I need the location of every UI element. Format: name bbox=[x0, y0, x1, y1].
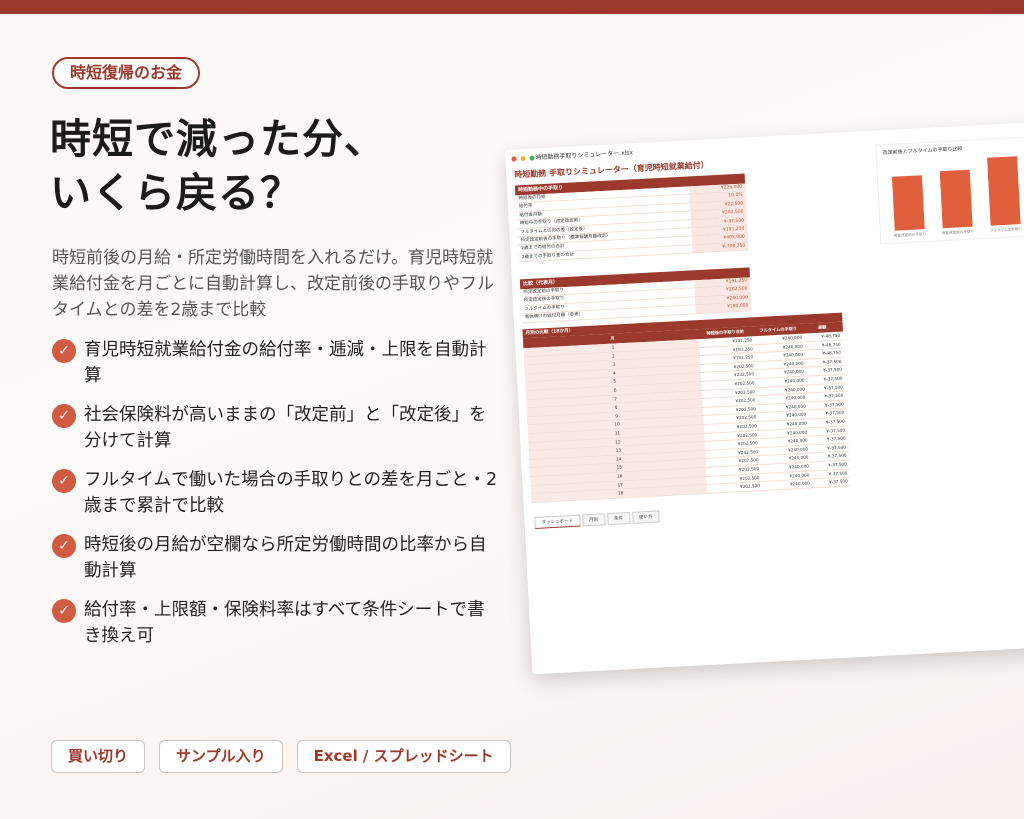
minimize-dot-icon bbox=[520, 155, 526, 162]
headline: 時短で減った分、 いくら戻る？ bbox=[50, 112, 490, 220]
close-dot-icon bbox=[511, 156, 517, 162]
category-tag: 時短復帰のお金 bbox=[52, 57, 201, 89]
feature-item: ✓ 社会保険料が高いままの「改定前」と「改定後」を分けて計算 bbox=[52, 402, 502, 467]
feature-text: 時短後の月給が空欄なら所定労働時間の比率から自動計算 bbox=[84, 535, 487, 581]
feature-list: ✓ 育児時短就業給付金の給付率・逓減・上限を自動計算 ✓ 社会保険料が高いままの「改… bbox=[52, 337, 502, 662]
table-cell: ¥202,500 bbox=[739, 483, 761, 490]
check-circle-icon: ✓ bbox=[52, 534, 76, 558]
check-circle-icon: ✓ bbox=[52, 599, 76, 623]
mini-bar-chart: 改定前後とフルタイムの手取り比較 所定改定前の手取り 所定改定後の手取り フルタイム… bbox=[875, 136, 1024, 245]
tab-monthly[interactable]: 月別 bbox=[581, 513, 606, 527]
comparison-block: 比較（代表月） 所定改定前の手取り ¥191,250 所定改定後の手取り ¥202,5… bbox=[519, 267, 752, 323]
spreadsheet-preview: 時短勤務手取りシミュレーター.xlsx 時短勤務 手取りシミュレーター（育児時短… bbox=[505, 120, 1024, 675]
feature-item: ✓ 給付率・上限額・保険料率はすべて条件シートで書き換え可 bbox=[52, 597, 502, 662]
top-accent-bar bbox=[0, 0, 1024, 14]
feature-text: フルタイムで働いた場合の手取りとの差を月ごと・2歳まで累計で比較 bbox=[84, 470, 498, 516]
row-value: ¥180,000 bbox=[695, 302, 752, 313]
chart-bar bbox=[939, 169, 973, 229]
zoom-dot-icon bbox=[529, 155, 535, 161]
mini-chart-title: 改定前後とフルタイムの手取り比較 bbox=[882, 146, 963, 157]
table-cell: ¥-37,500 bbox=[828, 478, 848, 485]
spreadsheet-window: 時短勤務手取りシミュレーター.xlsx 時短勤務 手取りシミュレーター（育児時短… bbox=[505, 120, 1024, 675]
sheet-tabs: ダッシュボード 月別 条件 使い方 bbox=[534, 510, 660, 529]
summary-block: 時短勤務中の手取り 時短後の月給 ¥225,000 給付率 10.0% 給付金月額 ¥22… bbox=[514, 173, 749, 263]
description: 時短前後の月給・所定労働時間を入れるだけ。育児時短就業給付金を月ごとに自動計算し… bbox=[52, 248, 494, 320]
headline-line-2: いくら戻る？ bbox=[50, 169, 302, 217]
row-value: ¥-709,750 bbox=[692, 242, 749, 253]
chip-row: 買い切り サンプル入り Excel / スプレッドシート bbox=[51, 740, 511, 773]
file-name: 時短勤務手取りシミュレーター.xlsx bbox=[535, 149, 634, 162]
feature-text: 社会保険料が高いままの「改定前」と「改定後」を分けて計算 bbox=[84, 405, 487, 451]
feature-item: ✓ 育児時短就業給付金の給付率・逓減・上限を自動計算 bbox=[52, 337, 502, 402]
feature-item: ✓ フルタイムで働いた場合の手取りとの差を月ごと・2歳まで累計で比較 bbox=[52, 467, 502, 532]
table-cell: ¥240,000 bbox=[789, 480, 810, 487]
tab-how-to[interactable]: 使い方 bbox=[631, 510, 660, 524]
headline-line-1: 時短で減った分、 bbox=[50, 115, 386, 163]
feature-text: 給付率・上限額・保険料率はすべて条件シートで書き換え可 bbox=[84, 600, 485, 646]
chart-bar-label: 所定改定前の手取り bbox=[893, 232, 927, 238]
chart-bar-label: 所定改定後の手取り bbox=[941, 229, 975, 236]
window-controls bbox=[511, 155, 535, 162]
chip-one-time-purchase: 買い切り bbox=[51, 740, 146, 773]
check-circle-icon: ✓ bbox=[52, 339, 76, 363]
tab-dashboard[interactable]: ダッシュボード bbox=[534, 514, 581, 529]
check-circle-icon: ✓ bbox=[52, 404, 76, 428]
feature-text: 育児時短就業給付金の給付率・逓減・上限を自動計算 bbox=[84, 340, 487, 386]
feature-item: ✓ 時短後の月給が空欄なら所定労働時間の比率から自動計算 bbox=[52, 532, 502, 597]
chip-sample-included: サンプル入り bbox=[159, 740, 283, 773]
check-circle-icon: ✓ bbox=[52, 469, 76, 493]
chart-bar-label: フルタイムの手取り bbox=[989, 227, 1023, 233]
chart-bar bbox=[891, 175, 925, 231]
chart-bar bbox=[987, 156, 1021, 226]
monthly-table: 月別の比較（18か月） 月 時短後の手取り合計 フルタイムの手取り 差額 1 ¥1… bbox=[522, 312, 852, 503]
chip-excel-spreadsheet: Excel / スプレッドシート bbox=[296, 740, 511, 773]
tab-conditions[interactable]: 条件 bbox=[606, 511, 631, 526]
